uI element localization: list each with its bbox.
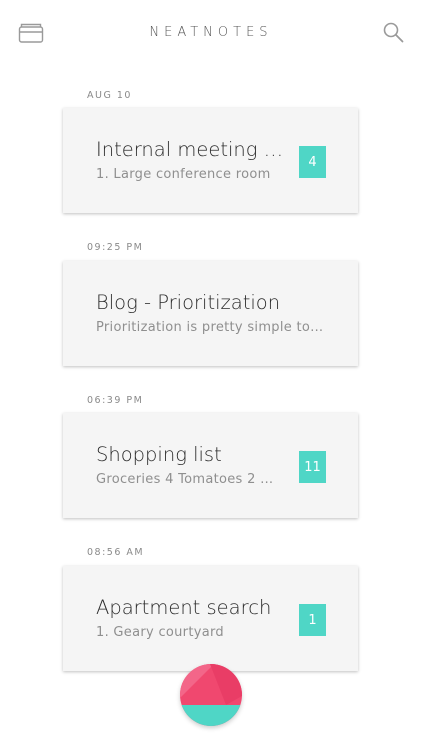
- item-count-badge: 1: [299, 604, 326, 636]
- note-card[interactable]: Blog - Prioritization Prioritization is …: [63, 261, 358, 366]
- note-title: Blog - Prioritization: [96, 291, 281, 314]
- app-title: NEATNOTES: [149, 25, 273, 40]
- note-date: 09:25 PM: [87, 242, 144, 253]
- search-icon[interactable]: [381, 20, 405, 44]
- note-date: AUG 10: [87, 90, 132, 101]
- note-card[interactable]: Apartment search 1. Geary courtyard 1: [63, 566, 358, 671]
- item-count-badge: 11: [299, 451, 326, 483]
- item-count-badge: 4: [299, 146, 326, 178]
- note-title: Internal meeting : Product Management: [96, 138, 286, 161]
- add-note-icon: [180, 664, 242, 726]
- note-date: 08:56 AM: [87, 547, 145, 558]
- note-preview: Groceries 4 Tomatoes 2 Onions: [96, 472, 282, 487]
- note-date: 06:39 PM: [87, 395, 144, 406]
- add-note-button[interactable]: [180, 664, 242, 726]
- note-card[interactable]: Internal meeting : Product Management 1.…: [63, 108, 358, 213]
- note-preview: 1. Geary courtyard: [96, 625, 224, 640]
- note-title: Shopping list: [96, 443, 222, 466]
- note-preview: 1. Large conference room: [96, 167, 271, 182]
- note-title: Apartment search: [96, 596, 272, 619]
- note-card[interactable]: Shopping list Groceries 4 Tomatoes 2 Oni…: [63, 413, 358, 518]
- note-preview: Prioritization is pretty simple to do: [96, 320, 326, 335]
- app-header: NEATNOTES: [0, 0, 422, 70]
